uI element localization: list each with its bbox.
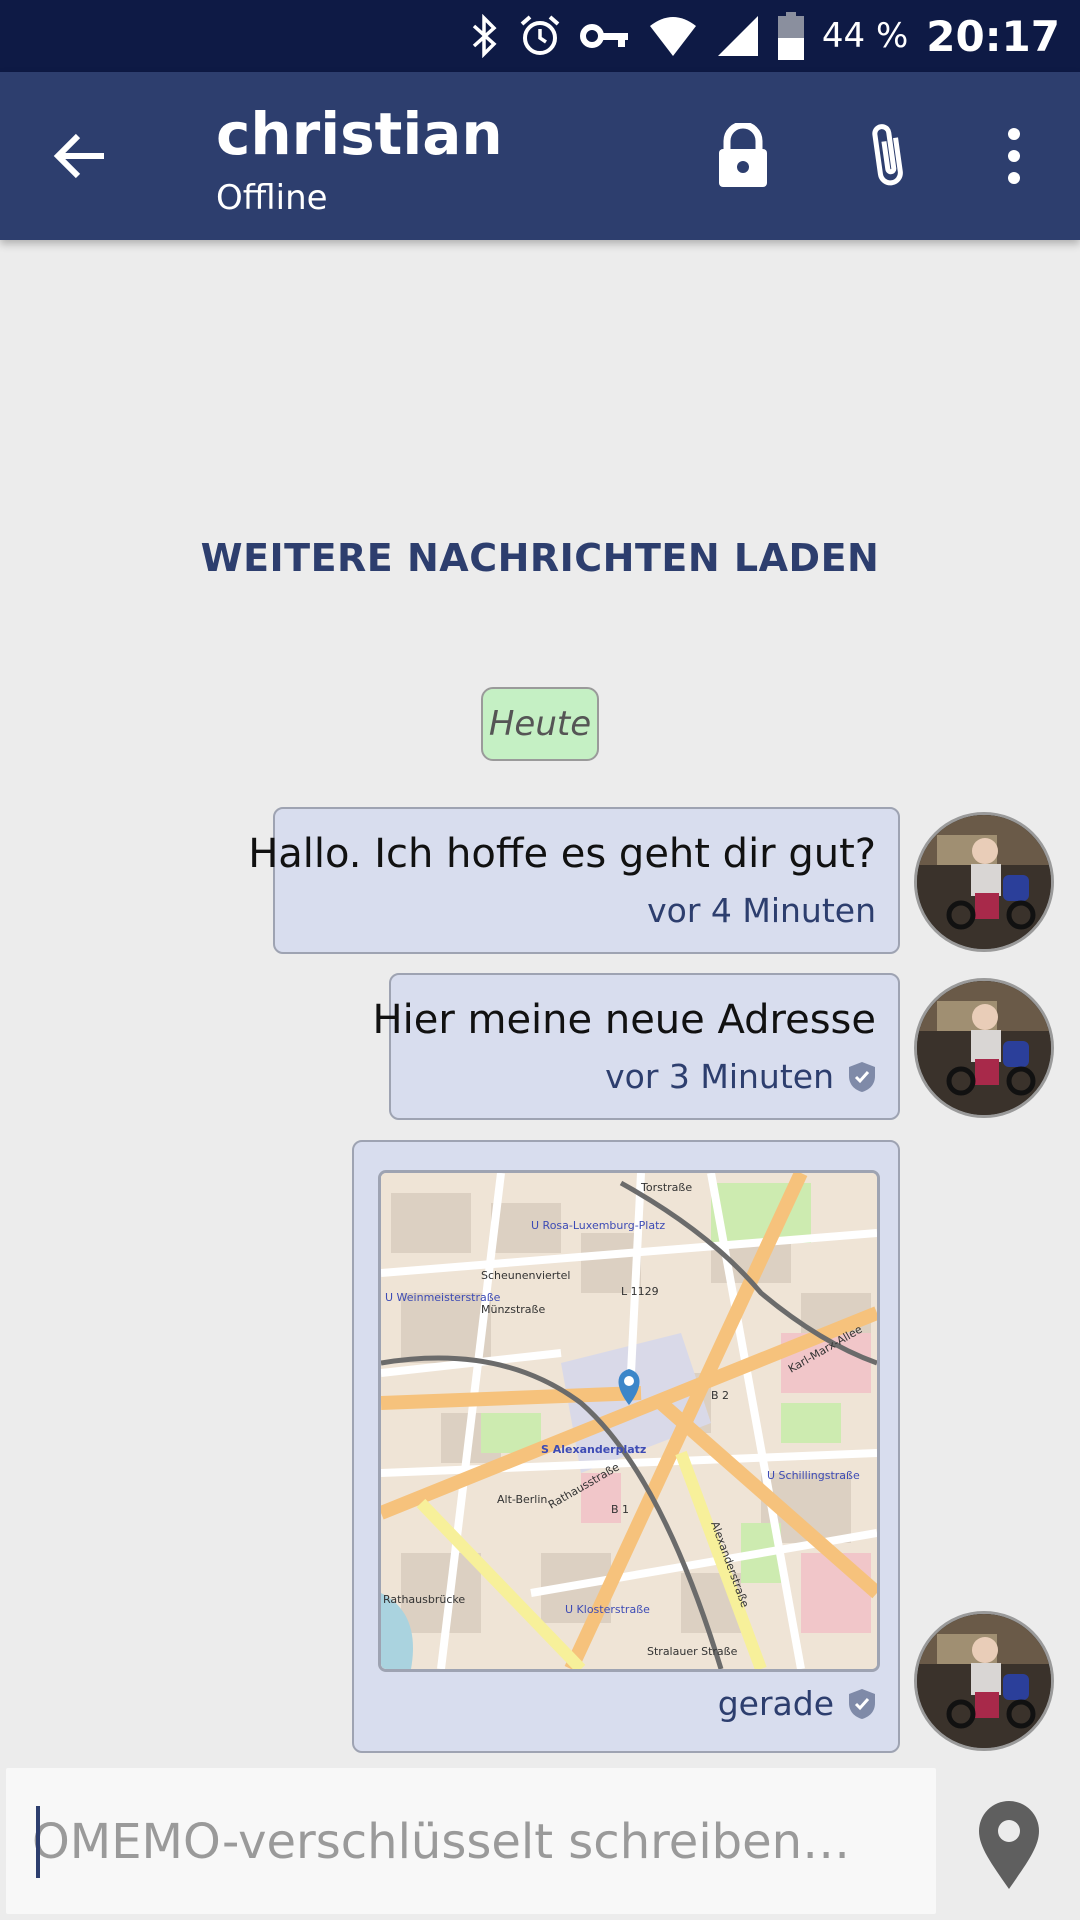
message-bubble[interactable]: Hier meine neue Adresse vor 3 Minuten (373, 973, 900, 1120)
avatar[interactable] (914, 1611, 1054, 1751)
location-map-preview[interactable]: Torstraße U Rosa-Luxemburg-Platz Scheune… (378, 1170, 880, 1672)
map-label: Münzstraße (481, 1303, 545, 1316)
verified-shield-icon (849, 1688, 875, 1719)
map-label: L 1129 (621, 1285, 659, 1298)
load-more-messages-button[interactable]: WEITERE NACHRICHTEN LADEN (0, 536, 1080, 580)
lock-icon (719, 123, 767, 187)
back-button[interactable] (48, 124, 120, 188)
verified-shield-icon (849, 1061, 875, 1092)
attach-icon (872, 124, 903, 186)
app-bar: christian Offline (0, 72, 1080, 240)
signal-icon (716, 14, 760, 58)
map-label: B 2 (711, 1389, 729, 1402)
contact-name[interactable]: christian (216, 100, 503, 168)
vpn-key-icon (579, 18, 630, 54)
message-time: gerade (718, 1684, 876, 1723)
map-label: Torstraße (640, 1181, 692, 1194)
contact-status: Offline (216, 178, 328, 218)
more-vert-icon (1008, 128, 1020, 184)
map-label-text: U Rosa-Luxemburg-Platz (531, 1219, 665, 1232)
map-label: B 1 (611, 1503, 629, 1516)
alarm-icon (518, 14, 562, 58)
avatar[interactable] (914, 978, 1054, 1118)
encryption-button[interactable] (703, 116, 783, 196)
send-location-button[interactable] (964, 1786, 1054, 1906)
wifi-icon (648, 14, 698, 58)
bluetooth-icon (470, 14, 500, 58)
message-input[interactable] (30, 1798, 914, 1886)
map-label: Rathausbrücke (383, 1593, 465, 1606)
avatar[interactable] (914, 812, 1054, 952)
arrow-back-icon (53, 133, 104, 179)
battery-percent: 44 % (821, 16, 909, 56)
attach-button[interactable] (848, 116, 928, 196)
map-label: Scheunenviertel (481, 1269, 570, 1282)
map-label: U Klosterstraße (565, 1603, 650, 1616)
overflow-menu-button[interactable] (974, 116, 1054, 196)
location-pin-icon (979, 1801, 1039, 1889)
status-icons: 44 % 20:17 (470, 0, 1060, 72)
message-time: vor 4 Minuten (647, 891, 876, 930)
status-bar: 44 % 20:17 (0, 0, 1080, 72)
message-time-label: gerade (717, 1684, 834, 1723)
map-label: S Alexanderplatz (541, 1443, 646, 1456)
map-label: U Rosa-Luxemburg-Platz (531, 1219, 665, 1232)
message-text: Hier meine neue Adresse (372, 997, 876, 1043)
message-text: Hallo. Ich hoffe es geht dir gut? (248, 831, 876, 877)
date-separator: Heute (481, 687, 599, 761)
location-message-bubble[interactable]: Torstraße U Rosa-Luxemburg-Platz Scheune… (352, 1140, 900, 1753)
map-label: Stralauer Straße (647, 1645, 738, 1658)
map-label: Alt-Berlin (497, 1493, 547, 1506)
battery-icon (777, 12, 804, 60)
message-bubble[interactable]: Hallo. Ich hoffe es geht dir gut? vor 4 … (248, 807, 900, 954)
message-time: vor 3 Minuten (605, 1057, 876, 1096)
compose-area (6, 1768, 936, 1914)
text-cursor (36, 1806, 40, 1878)
map-label: U Schillingstraße (767, 1469, 860, 1482)
message-time-label: vor 4 Minuten (647, 891, 876, 930)
clock: 20:17 (926, 11, 1060, 61)
message-time-label: vor 3 Minuten (605, 1057, 834, 1096)
